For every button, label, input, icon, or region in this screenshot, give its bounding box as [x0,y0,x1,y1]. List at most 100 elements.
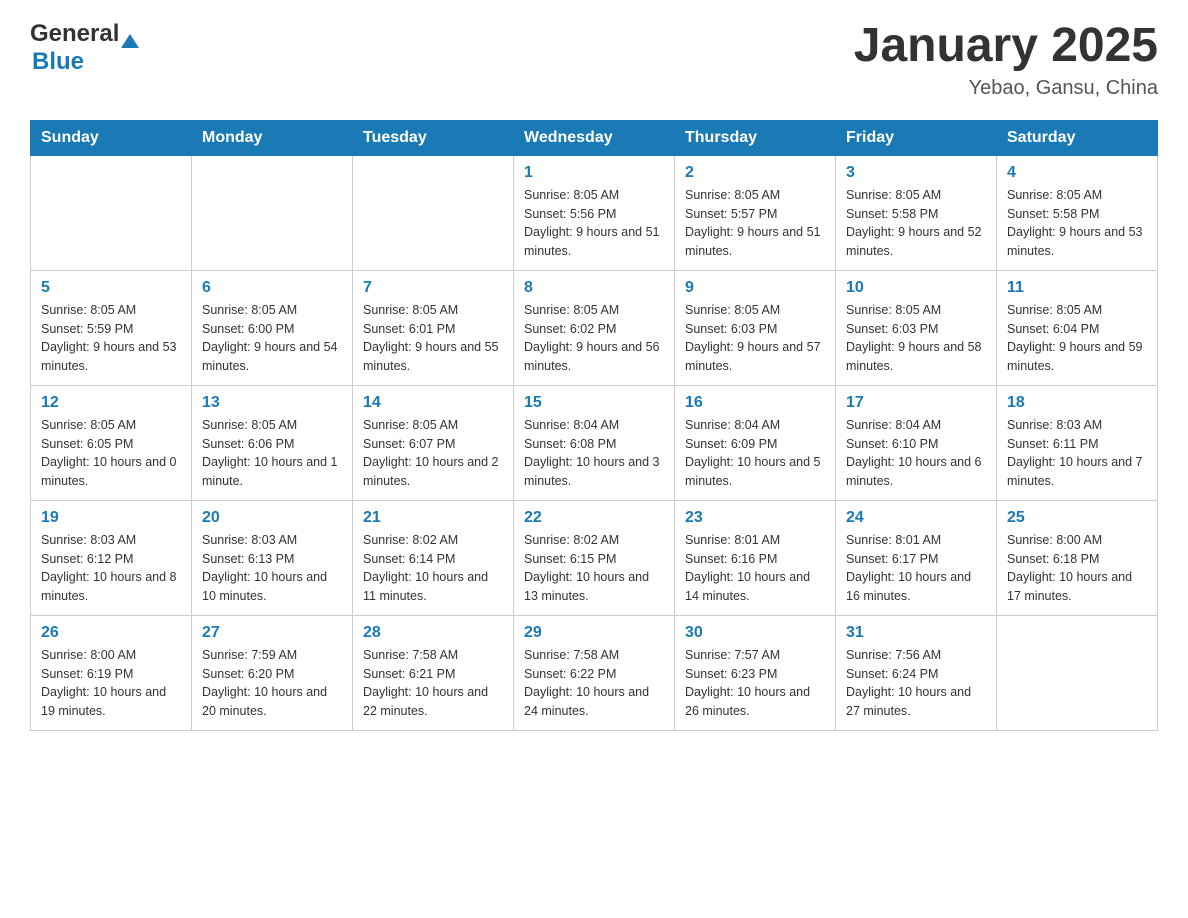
day-number: 2 [685,164,825,182]
calendar-cell [997,615,1158,730]
calendar-cell: 2 Sunrise: 8:05 AM Sunset: 5:57 PM Daylig… [675,155,836,270]
day-info: Sunrise: 8:01 AM Sunset: 6:17 PM Dayligh… [846,531,986,606]
calendar-cell: 16 Sunrise: 8:04 AM Sunset: 6:09 PM Dayli… [675,385,836,500]
calendar-cell: 7 Sunrise: 8:05 AM Sunset: 6:01 PM Daylig… [353,270,514,385]
calendar-cell: 25Sunrise: 8:00 AM Sunset: 6:18 PM Dayli… [997,500,1158,615]
day-number: 3 [846,164,986,182]
calendar-subtitle: Yebao, Gansu, China [854,77,1158,100]
logo-general-text: General [30,20,119,48]
calendar-cell: 27 Sunrise: 7:59 AM Sunset: 6:20 PM Dayli… [192,615,353,730]
day-info: Sunrise: 8:05 AM Sunset: 6:04 PM Dayligh… [1007,301,1147,376]
column-header-wednesday: Wednesday [514,120,675,155]
day-number: 19 [41,509,181,527]
day-number: 23 [685,509,825,527]
day-number: 25 [1007,509,1147,527]
day-info: Sunrise: 8:05 AM Sunset: 6:03 PM Dayligh… [685,301,825,376]
calendar-cell: 17 Sunrise: 8:04 AM Sunset: 6:10 PM Dayli… [836,385,997,500]
calendar-cell: 6Sunrise: 8:05 AM Sunset: 6:00 PM Daylig… [192,270,353,385]
day-number: 27 [202,624,342,642]
day-number: 26 [41,624,181,642]
calendar-cell: 23 Sunrise: 8:01 AM Sunset: 6:16 PM Dayli… [675,500,836,615]
day-info: Sunrise: 8:03 AM Sunset: 6:13 PM Dayligh… [202,531,342,606]
day-number: 22 [524,509,664,527]
calendar-cell: 11Sunrise: 8:05 AM Sunset: 6:04 PM Dayli… [997,270,1158,385]
day-info: Sunrise: 8:05 AM Sunset: 5:59 PM Dayligh… [41,301,181,376]
day-info: Sunrise: 8:05 AM Sunset: 6:01 PM Dayligh… [363,301,503,376]
calendar-cell: 22 Sunrise: 8:02 AM Sunset: 6:15 PM Dayli… [514,500,675,615]
day-number: 7 [363,279,503,297]
calendar-cell: 24Sunrise: 8:01 AM Sunset: 6:17 PM Dayli… [836,500,997,615]
day-info: Sunrise: 8:05 AM Sunset: 6:05 PM Dayligh… [41,416,181,491]
day-info: Sunrise: 7:59 AM Sunset: 6:20 PM Dayligh… [202,646,342,721]
calendar-cell: 3Sunrise: 8:05 AM Sunset: 5:58 PM Daylig… [836,155,997,270]
day-info: Sunrise: 7:58 AM Sunset: 6:22 PM Dayligh… [524,646,664,721]
calendar-cell: 10Sunrise: 8:05 AM Sunset: 6:03 PM Dayli… [836,270,997,385]
column-header-monday: Monday [192,120,353,155]
day-number: 28 [363,624,503,642]
calendar-cell: 30 Sunrise: 7:57 AM Sunset: 6:23 PM Dayli… [675,615,836,730]
day-number: 30 [685,624,825,642]
day-info: Sunrise: 7:57 AM Sunset: 6:23 PM Dayligh… [685,646,825,721]
day-info: Sunrise: 8:04 AM Sunset: 6:08 PM Dayligh… [524,416,664,491]
day-number: 4 [1007,164,1147,182]
day-number: 16 [685,394,825,412]
calendar-cell: 8 Sunrise: 8:05 AM Sunset: 6:02 PM Daylig… [514,270,675,385]
logo-icon: General Blue [30,20,139,76]
day-info: Sunrise: 8:04 AM Sunset: 6:09 PM Dayligh… [685,416,825,491]
calendar-cell: 5 Sunrise: 8:05 AM Sunset: 5:59 PM Daylig… [31,270,192,385]
calendar-cell: 4Sunrise: 8:05 AM Sunset: 5:58 PM Daylig… [997,155,1158,270]
calendar-cell: 12 Sunrise: 8:05 AM Sunset: 6:05 PM Dayli… [31,385,192,500]
logo-blue-text: Blue [32,48,84,76]
day-info: Sunrise: 8:02 AM Sunset: 6:15 PM Dayligh… [524,531,664,606]
calendar-cell: 18Sunrise: 8:03 AM Sunset: 6:11 PM Dayli… [997,385,1158,500]
day-info: Sunrise: 8:04 AM Sunset: 6:10 PM Dayligh… [846,416,986,491]
day-number: 12 [41,394,181,412]
day-number: 5 [41,279,181,297]
day-info: Sunrise: 8:02 AM Sunset: 6:14 PM Dayligh… [363,531,503,606]
day-number: 14 [363,394,503,412]
day-info: Sunrise: 8:05 AM Sunset: 6:07 PM Dayligh… [363,416,503,491]
calendar-cell [192,155,353,270]
day-number: 1 [524,164,664,182]
day-info: Sunrise: 8:05 AM Sunset: 6:06 PM Dayligh… [202,416,342,491]
calendar-week-row: 1 Sunrise: 8:05 AM Sunset: 5:56 PM Daylig… [31,155,1158,270]
column-header-tuesday: Tuesday [353,120,514,155]
day-number: 10 [846,279,986,297]
day-number: 21 [363,509,503,527]
day-info: Sunrise: 8:03 AM Sunset: 6:11 PM Dayligh… [1007,416,1147,491]
calendar-cell: 1 Sunrise: 8:05 AM Sunset: 5:56 PM Daylig… [514,155,675,270]
day-number: 31 [846,624,986,642]
day-info: Sunrise: 8:01 AM Sunset: 6:16 PM Dayligh… [685,531,825,606]
calendar-table: SundayMondayTuesdayWednesdayThursdayFrid… [30,120,1158,731]
day-info: Sunrise: 8:05 AM Sunset: 6:02 PM Dayligh… [524,301,664,376]
calendar-cell: 20 Sunrise: 8:03 AM Sunset: 6:13 PM Dayli… [192,500,353,615]
day-info: Sunrise: 7:58 AM Sunset: 6:21 PM Dayligh… [363,646,503,721]
calendar-cell: 15Sunrise: 8:04 AM Sunset: 6:08 PM Dayli… [514,385,675,500]
calendar-cell: 28 Sunrise: 7:58 AM Sunset: 6:21 PM Dayli… [353,615,514,730]
column-header-thursday: Thursday [675,120,836,155]
day-info: Sunrise: 8:05 AM Sunset: 5:57 PM Dayligh… [685,186,825,261]
day-info: Sunrise: 8:00 AM Sunset: 6:19 PM Dayligh… [41,646,181,721]
day-number: 6 [202,279,342,297]
day-number: 20 [202,509,342,527]
calendar-title: January 2025 [854,20,1158,73]
day-number: 8 [524,279,664,297]
day-number: 29 [524,624,664,642]
calendar-header-row: SundayMondayTuesdayWednesdayThursdayFrid… [31,120,1158,155]
day-number: 13 [202,394,342,412]
column-header-saturday: Saturday [997,120,1158,155]
calendar-week-row: 26 Sunrise: 8:00 AM Sunset: 6:19 PM Dayli… [31,615,1158,730]
calendar-cell: 13 Sunrise: 8:05 AM Sunset: 6:06 PM Dayli… [192,385,353,500]
calendar-week-row: 19 Sunrise: 8:03 AM Sunset: 6:12 PM Dayli… [31,500,1158,615]
calendar-week-row: 5 Sunrise: 8:05 AM Sunset: 5:59 PM Daylig… [31,270,1158,385]
day-info: Sunrise: 8:05 AM Sunset: 5:56 PM Dayligh… [524,186,664,261]
day-info: Sunrise: 8:03 AM Sunset: 6:12 PM Dayligh… [41,531,181,606]
calendar-cell: 19 Sunrise: 8:03 AM Sunset: 6:12 PM Dayli… [31,500,192,615]
day-number: 17 [846,394,986,412]
title-block: January 2025 Yebao, Gansu, China [854,20,1158,100]
logo-triangle-icon [121,34,139,48]
calendar-cell: 14 Sunrise: 8:05 AM Sunset: 6:07 PM Dayli… [353,385,514,500]
logo: General Blue [30,20,139,76]
calendar-cell: 9Sunrise: 8:05 AM Sunset: 6:03 PM Daylig… [675,270,836,385]
calendar-cell: 21 Sunrise: 8:02 AM Sunset: 6:14 PM Dayli… [353,500,514,615]
